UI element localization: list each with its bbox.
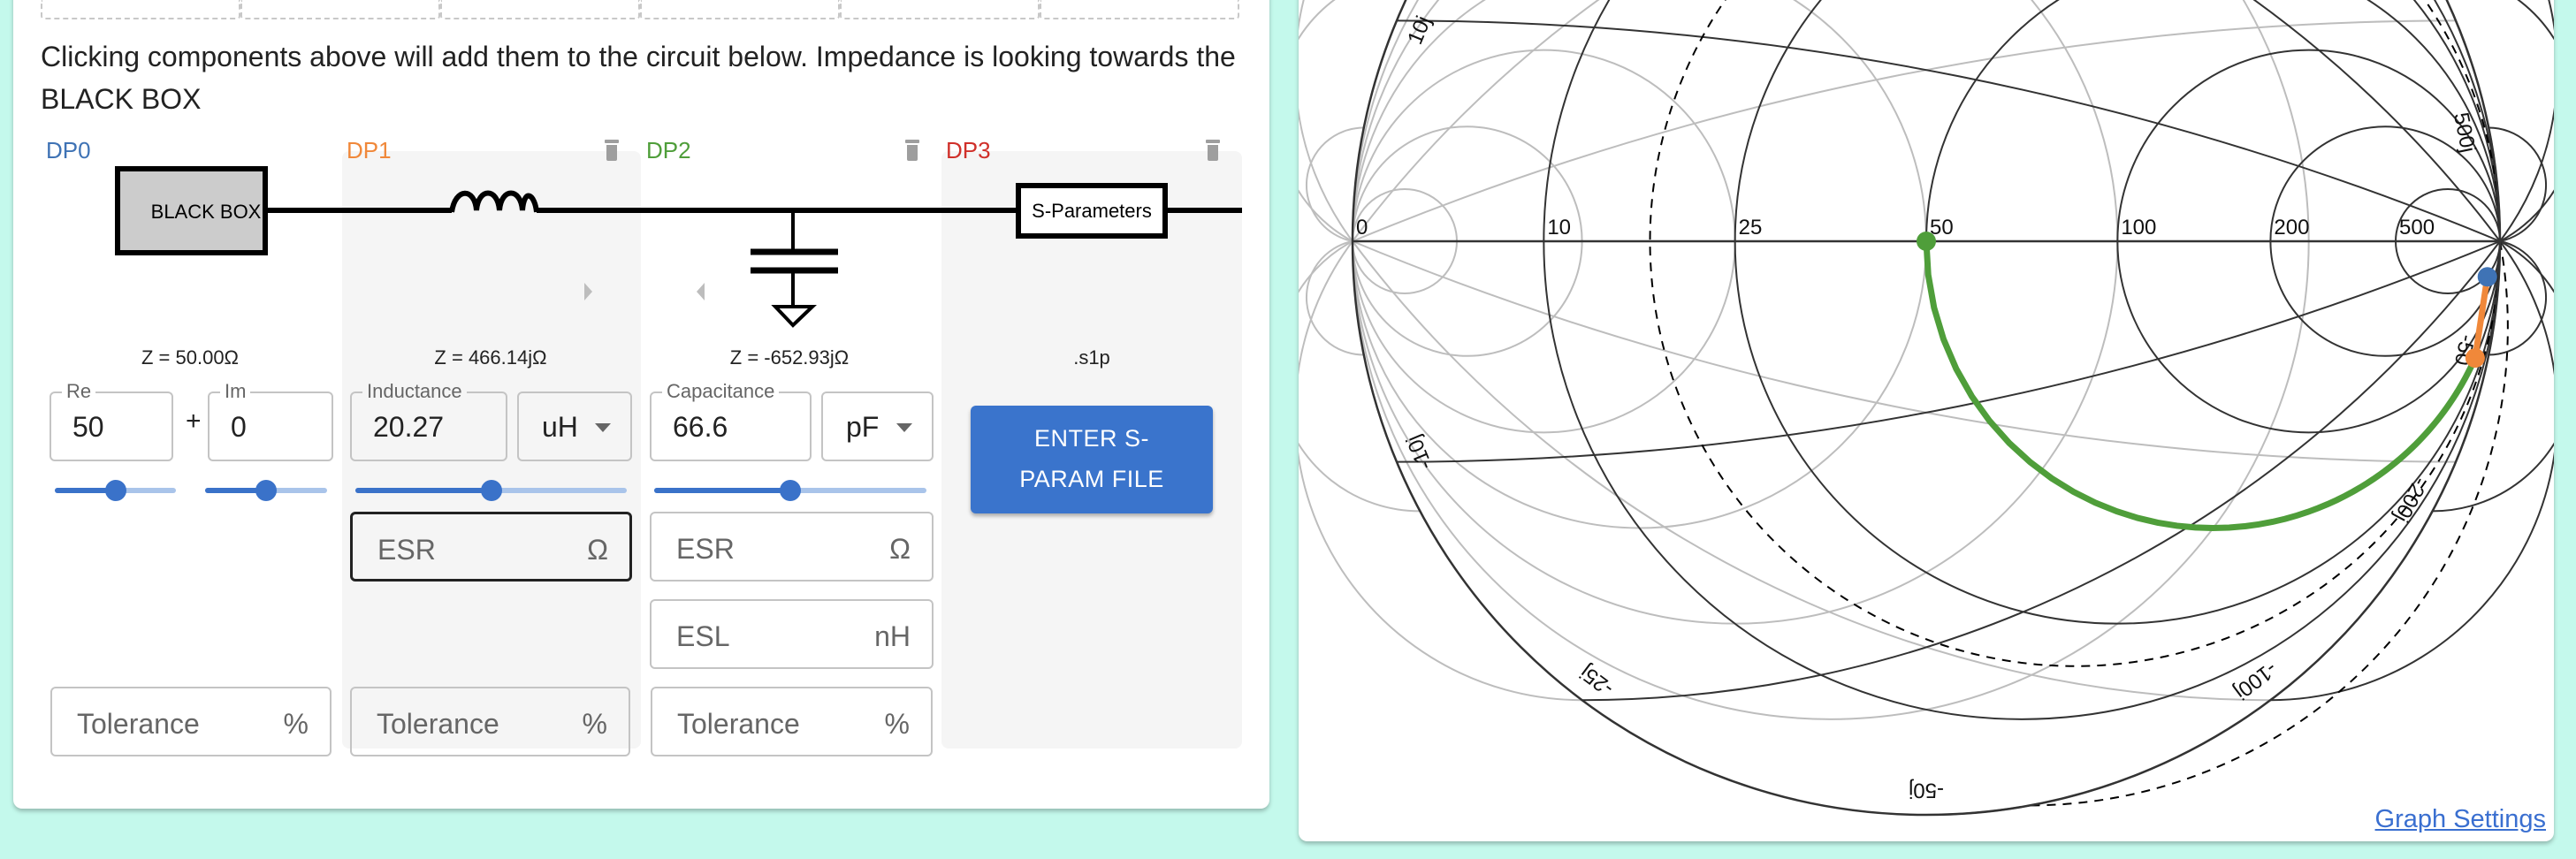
resistance-label: 10 <box>1547 216 1571 239</box>
capacitance-label: Capacitance <box>662 380 780 403</box>
capacitance-input[interactable]: Capacitance 66.6 <box>650 380 812 461</box>
susceptance-arc <box>1299 0 1353 242</box>
slider-thumb[interactable] <box>104 480 126 501</box>
dp0-point <box>2477 267 2497 287</box>
resistance-circle <box>1734 0 2501 625</box>
resistance-label: 500 <box>2399 216 2435 239</box>
dp3-file-type: .s1p <box>1073 346 1110 369</box>
dp2-tolerance-input[interactable]: Tolerance % <box>651 687 933 756</box>
im-slider[interactable] <box>205 480 327 501</box>
plus-sign: + <box>186 407 202 436</box>
inductance-value: 20.27 <box>373 411 445 443</box>
reactance-label: -200j <box>2389 473 2432 526</box>
outer-circle <box>1351 0 2502 817</box>
inductance-unit: uH <box>542 411 578 443</box>
circuit-panel: Clicking components above will add them … <box>13 0 1269 809</box>
drag-right-icon[interactable] <box>584 283 592 300</box>
esl-unit: nH <box>874 620 911 652</box>
dp0-impedance: Z = 50.00Ω <box>141 346 240 369</box>
circuit-schematic: BLACK BOX S-Parameters <box>115 166 1242 328</box>
drag-left-icon[interactable] <box>697 283 705 300</box>
enter-s-param-file-button[interactable]: ENTER S- PARAM FILE <box>971 406 1213 513</box>
conductance-circle <box>1352 0 2119 625</box>
re-value: 50 <box>72 411 104 443</box>
s-parameters-text: S-Parameters <box>1032 200 1152 222</box>
chevron-down-icon <box>595 423 611 432</box>
inductance-unit-select[interactable]: uH <box>517 391 632 461</box>
tolerance-placeholder: Tolerance <box>677 708 800 740</box>
esr-unit: Ω <box>889 533 911 565</box>
esr-unit: Ω <box>587 534 608 566</box>
susceptance-arc <box>1352 0 1600 242</box>
dp2-esl-input[interactable]: ESL nH <box>650 599 934 669</box>
tolerance-unit: % <box>582 708 607 740</box>
inductance-slider[interactable] <box>355 480 627 501</box>
inductance-label: Inductance <box>362 380 467 403</box>
capacitance-unit: pF <box>846 411 880 443</box>
capacitance-slider[interactable] <box>654 480 926 501</box>
conductance-circle <box>1352 0 1927 529</box>
smith-chart-panel: 0 10 25 50 100 200 500 10j 500j -10j -25j -50j -100j… <box>1299 0 2554 841</box>
reactance-arc <box>2252 0 2501 242</box>
esl-placeholder: ESL <box>676 620 730 652</box>
im-label: Im <box>220 380 251 403</box>
reactance-label: -50j <box>1909 778 1944 802</box>
im-value: 0 <box>231 411 247 443</box>
slider-thumb[interactable] <box>255 480 277 501</box>
chevron-down-icon <box>896 423 912 432</box>
dp2-point <box>1917 232 1936 251</box>
esr-placeholder: ESR <box>377 534 436 566</box>
tolerance-unit: % <box>884 708 910 740</box>
dp1-impedance: Z = 466.14jΩ <box>434 346 547 369</box>
capacitance-unit-select[interactable]: pF <box>821 391 934 461</box>
graph-settings-link[interactable]: Graph Settings <box>2375 805 2546 834</box>
im-input[interactable]: Im 0 <box>208 380 333 461</box>
reactance-arc <box>2270 240 2554 702</box>
tolerance-placeholder: Tolerance <box>77 708 200 740</box>
ground-icon <box>771 305 817 328</box>
slider-thumb[interactable] <box>480 480 502 501</box>
resistance-label: 100 <box>2121 216 2156 239</box>
re-input[interactable]: Re 50 <box>50 380 173 461</box>
smith-chart[interactable]: 0 10 25 50 100 200 50010j500j-10j-25j-50j-100j… <box>1299 0 2554 841</box>
inductance-input[interactable]: Inductance 20.27 <box>350 380 507 461</box>
dp1-esr-input[interactable]: ESR Ω <box>350 512 632 582</box>
black-box-text: BLACK BOX <box>151 201 262 223</box>
resistance-label: 25 <box>1739 216 1763 239</box>
reactance-arc <box>2499 0 2554 242</box>
re-slider[interactable] <box>55 480 176 501</box>
dp0-tolerance-input[interactable]: Tolerance % <box>50 687 332 756</box>
capacitance-value: 66.6 <box>673 411 728 443</box>
susceptance-arc <box>1299 240 1582 702</box>
tolerance-unit: % <box>283 708 309 740</box>
dp2-impedance: Z = -652.93jΩ <box>729 346 850 369</box>
resistance-label: 0 <box>1356 216 1368 239</box>
tolerance-placeholder: Tolerance <box>377 708 499 740</box>
re-label: Re <box>62 380 96 403</box>
dp1-tolerance-input[interactable]: Tolerance % <box>350 687 630 756</box>
esr-placeholder: ESR <box>676 533 735 565</box>
dp1-point <box>2465 348 2485 369</box>
resistance-label: 200 <box>2274 216 2309 239</box>
dp2-esr-input[interactable]: ESR Ω <box>650 512 934 582</box>
slider-thumb[interactable] <box>780 480 801 501</box>
